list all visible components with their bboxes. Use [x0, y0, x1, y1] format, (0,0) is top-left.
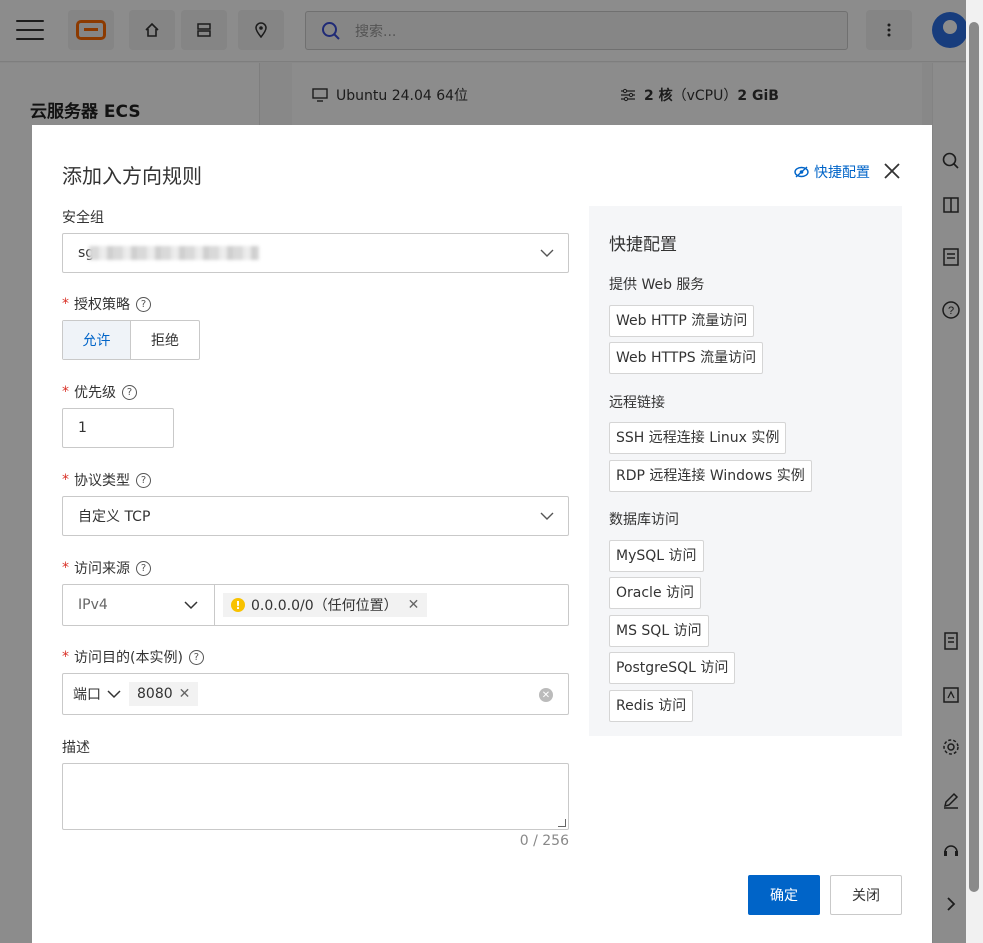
source-label: * 访问来源? [62, 558, 151, 578]
quick-mssql-button[interactable]: MS SQL 访问 [609, 615, 709, 647]
dest-type-select[interactable]: 端口 [73, 684, 121, 704]
quick-panel-title: 快捷配置 [609, 235, 677, 255]
ip-version-select[interactable]: IPv4 [63, 585, 215, 625]
confirm-button[interactable]: 确定 [748, 875, 820, 915]
help-icon[interactable]: ? [136, 560, 151, 576]
quick-https-button[interactable]: Web HTTPS 流量访问 [609, 342, 764, 374]
protocol-select[interactable]: 自定义 TCP [62, 496, 569, 536]
quick-config-link[interactable]: 快捷配置 [794, 162, 870, 182]
quick-redis-button[interactable]: Redis 访问 [609, 690, 694, 722]
remove-tag-icon[interactable]: ✕ [408, 597, 420, 613]
add-inbound-rule-dialog: 添加入方向规则 快捷配置 安全组 sg * 授权策略? 允许 拒绝 * 优先级? 1… [32, 125, 932, 943]
priority-input[interactable]: 1 [62, 408, 174, 448]
close-button[interactable]: 关闭 [830, 875, 902, 915]
char-counter: 0 / 256 [519, 833, 569, 849]
destination-field[interactable]: 端口 8080 ✕ ✕ [62, 673, 569, 715]
chevron-down-icon [107, 690, 121, 699]
protocol-value: 自定义 TCP [78, 509, 151, 525]
quick-config-text: 快捷配置 [814, 165, 870, 181]
section-database: 数据库访问 [609, 512, 679, 528]
eye-off-icon [794, 166, 809, 178]
section-web: 提供 Web 服务 [609, 277, 705, 293]
quick-mysql-button[interactable]: MySQL 访问 [609, 540, 704, 572]
help-icon[interactable]: ? [136, 472, 151, 488]
priority-label: * 优先级? [62, 382, 137, 402]
description-label: 描述 [62, 740, 90, 756]
help-icon[interactable]: ? [122, 384, 137, 400]
redacted-text [89, 246, 260, 260]
security-group-select[interactable]: sg [62, 233, 569, 273]
allow-option[interactable]: 允许 [63, 321, 131, 359]
chevron-down-icon [184, 601, 198, 610]
source-tag: ! 0.0.0.0/0（任何位置） ✕ [223, 593, 428, 617]
deny-option[interactable]: 拒绝 [131, 321, 199, 359]
source-tags[interactable]: ! 0.0.0.0/0（任何位置） ✕ [215, 585, 428, 625]
clear-icon[interactable]: ✕ [539, 688, 553, 702]
protocol-label: * 协议类型? [62, 470, 151, 490]
description-textarea[interactable] [62, 763, 569, 830]
source-field: IPv4 ! 0.0.0.0/0（任何位置） ✕ [62, 584, 569, 626]
quick-config-panel: 快捷配置 提供 Web 服务 Web HTTP 流量访问 Web HTTPS 流… [589, 206, 902, 736]
quick-http-button[interactable]: Web HTTP 流量访问 [609, 305, 755, 337]
close-icon[interactable] [882, 161, 902, 181]
resize-handle[interactable] [558, 819, 566, 827]
chevron-down-icon [540, 249, 554, 257]
help-icon[interactable]: ? [136, 296, 151, 312]
help-icon[interactable]: ? [188, 649, 204, 665]
quick-ssh-button[interactable]: SSH 远程连接 Linux 实例 [609, 422, 787, 454]
remove-tag-icon[interactable]: ✕ [179, 686, 191, 702]
security-group-label: 安全组 [62, 210, 104, 226]
chevron-down-icon [540, 512, 554, 520]
section-remote: 远程链接 [609, 395, 665, 411]
warning-icon: ! [231, 598, 245, 612]
port-tag: 8080 ✕ [129, 682, 199, 706]
quick-rdp-button[interactable]: RDP 远程连接 Windows 实例 [609, 460, 812, 492]
auth-policy-toggle: 允许 拒绝 [62, 320, 200, 360]
page-scrollbar[interactable] [966, 0, 983, 943]
auth-policy-label: * 授权策略? [62, 294, 151, 314]
dialog-title: 添加入方向规则 [62, 164, 202, 188]
destination-label: * 访问目的(本实例)? [62, 647, 204, 667]
quick-oracle-button[interactable]: Oracle 访问 [609, 577, 702, 609]
scrollbar-thumb[interactable] [969, 22, 979, 892]
quick-postgresql-button[interactable]: PostgreSQL 访问 [609, 652, 736, 684]
